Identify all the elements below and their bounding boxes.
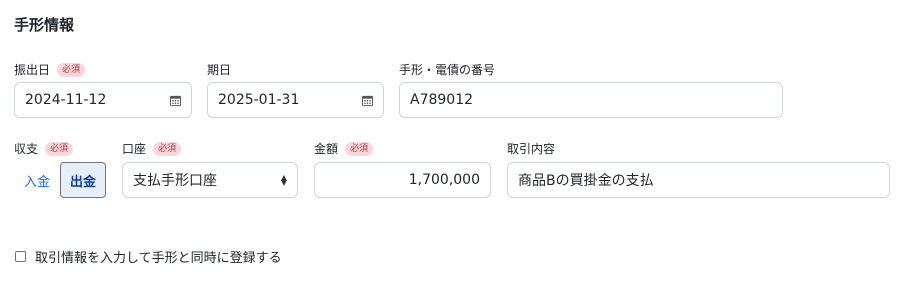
issue-date-label-text: 振出日 <box>14 63 51 77</box>
issue-date-label: 振出日 必須 <box>14 61 86 78</box>
section-title: 手形情報 <box>14 16 75 34</box>
calendar-icon[interactable] <box>170 95 181 106</box>
issue-date-input[interactable]: 2024-11-12 <box>14 82 192 118</box>
required-badge: 必須 <box>345 141 374 156</box>
account-select[interactable]: 支払手形口座 ▲ ▼ <box>122 162 298 198</box>
register-checkbox-label: 取引情報を入力して手形と同時に登録する <box>35 251 282 266</box>
due-date-label-text: 期日 <box>207 63 232 77</box>
account-value: 支払手形口座 <box>133 173 217 189</box>
direction-label: 収支 必須 <box>14 140 74 157</box>
account-label: 口座 必須 <box>122 140 182 157</box>
transaction-value: 商品Bの買掛金の支払 <box>518 173 654 189</box>
note-number-value: A789012 <box>410 92 474 108</box>
register-checkbox[interactable] <box>15 251 26 262</box>
account-label-text: 口座 <box>122 142 147 156</box>
expense-button[interactable]: 出金 <box>60 162 106 198</box>
direction-toggle: 入金 出金 <box>14 162 106 198</box>
amount-label: 金額 必須 <box>314 140 374 157</box>
amount-label-text: 金額 <box>314 142 339 156</box>
due-date-input[interactable]: 2025-01-31 <box>207 82 384 118</box>
transaction-label-text: 取引内容 <box>507 142 556 156</box>
income-button[interactable]: 入金 <box>14 162 60 198</box>
issue-date-value: 2024-11-12 <box>25 92 107 108</box>
required-badge: 必須 <box>57 62 86 77</box>
note-number-label: 手形・電債の番号 <box>399 61 495 78</box>
select-arrows-icon: ▲ ▼ <box>280 173 287 187</box>
direction-label-text: 収支 <box>14 142 39 156</box>
transaction-input[interactable]: 商品Bの買掛金の支払 <box>507 162 890 198</box>
required-badge: 必須 <box>153 141 182 156</box>
required-badge: 必須 <box>45 141 74 156</box>
due-date-label: 期日 <box>207 61 231 78</box>
note-number-label-text: 手形・電債の番号 <box>399 63 496 77</box>
transaction-label: 取引内容 <box>507 140 555 157</box>
register-checkbox-row[interactable]: 取引情報を入力して手形と同時に登録する <box>15 247 282 266</box>
calendar-icon[interactable] <box>362 95 373 106</box>
due-date-value: 2025-01-31 <box>218 92 300 108</box>
amount-input[interactable]: 1,700,000 <box>314 162 491 198</box>
amount-value: 1,700,000 <box>408 172 480 188</box>
note-number-input[interactable]: A789012 <box>399 82 783 118</box>
